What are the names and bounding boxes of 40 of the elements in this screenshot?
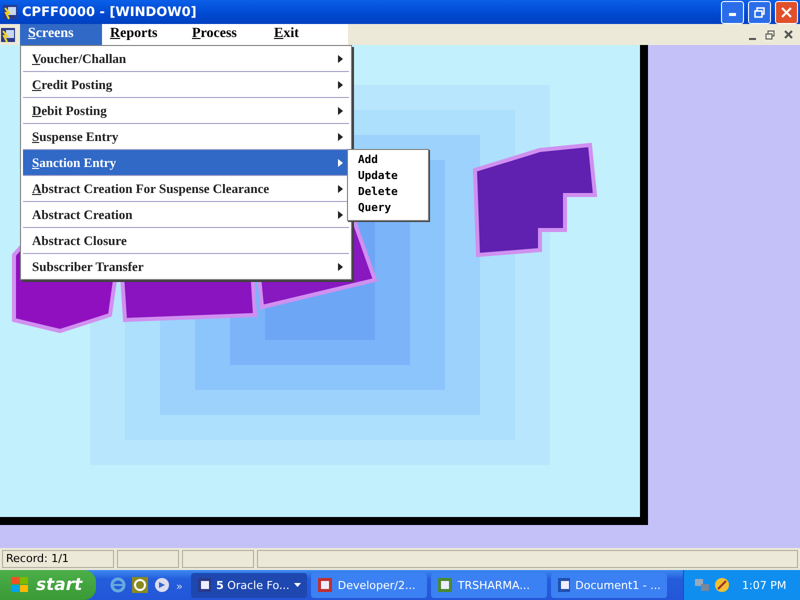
taskbar-button[interactable]: TRSHARMA... bbox=[430, 572, 547, 598]
more-chevron[interactable]: » bbox=[176, 580, 183, 593]
app-icon bbox=[196, 577, 212, 593]
restore-icon bbox=[765, 30, 775, 40]
window-title: CPFF0000 - [WINDOW0] bbox=[22, 4, 198, 20]
submenu-arrow-icon bbox=[338, 106, 343, 114]
submenu-item[interactable]: Update bbox=[348, 168, 428, 184]
minimize-icon bbox=[748, 38, 756, 40]
taskbar-button[interactable]: Developer/2... bbox=[310, 572, 427, 598]
status-cell: Record: 1/1 bbox=[2, 550, 114, 568]
submenu-arrow-icon bbox=[338, 80, 343, 88]
close-button[interactable] bbox=[775, 0, 798, 24]
app-icon bbox=[556, 577, 570, 593]
taskbar-button[interactable]: 5 Oracle Fo... bbox=[190, 572, 307, 598]
submenu-arrow-icon bbox=[338, 184, 343, 192]
close-icon bbox=[784, 30, 792, 39]
minimize-button[interactable] bbox=[721, 0, 744, 24]
status-cell bbox=[182, 550, 254, 568]
form-icon bbox=[0, 26, 16, 42]
submenu-arrow-icon bbox=[338, 54, 343, 62]
menu-item[interactable]: Sanction Entry bbox=[23, 150, 349, 176]
submenu-arrow-icon bbox=[338, 210, 343, 218]
app-icon bbox=[436, 577, 453, 593]
submenu-arrow-icon bbox=[338, 132, 343, 140]
restore-button[interactable] bbox=[748, 0, 771, 24]
restore-icon bbox=[754, 6, 765, 18]
close-icon bbox=[781, 6, 792, 18]
status-cell bbox=[117, 550, 179, 568]
submenu-item[interactable]: Delete bbox=[348, 184, 428, 200]
clock: 1:07 PM bbox=[742, 578, 786, 592]
submenu-item[interactable]: Query bbox=[348, 200, 428, 216]
submenu-item[interactable]: Add bbox=[348, 152, 428, 168]
app-icon bbox=[316, 577, 333, 593]
caret-icon bbox=[294, 583, 301, 587]
menu-bar-item[interactable]: Screens bbox=[20, 24, 102, 45]
app-icon bbox=[2, 4, 18, 20]
taskbar-button[interactable]: Document1 - ... bbox=[550, 572, 667, 598]
windows-logo-icon bbox=[10, 576, 30, 594]
submenu-arrow-icon bbox=[338, 262, 343, 270]
submenu-arrow-icon bbox=[338, 158, 343, 166]
